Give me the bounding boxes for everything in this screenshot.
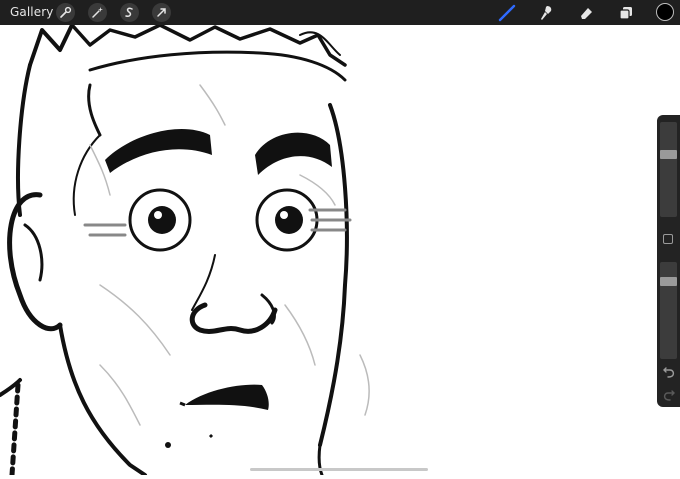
magic-wand-icon[interactable]: [88, 3, 107, 22]
home-indicator: [250, 468, 428, 471]
wrench-icon[interactable]: [56, 3, 75, 22]
color-picker-swatch[interactable]: [656, 3, 674, 21]
layers-icon[interactable]: [615, 3, 637, 23]
selection-icon[interactable]: [120, 3, 139, 22]
brush-size-slider-thumb[interactable]: [660, 150, 677, 159]
drawing-canvas[interactable]: [0, 23, 680, 478]
line-drawing-face: [0, 23, 370, 478]
redo-icon[interactable]: [661, 389, 676, 403]
smudge-icon[interactable]: [535, 3, 557, 23]
brush-size-slider[interactable]: [660, 122, 677, 217]
undo-icon[interactable]: [661, 366, 676, 380]
eraser-icon[interactable]: [575, 3, 597, 23]
brush-icon[interactable]: [496, 3, 518, 23]
transform-icon[interactable]: [152, 3, 171, 22]
brush-opacity-slider-thumb[interactable]: [660, 277, 677, 286]
gallery-button[interactable]: Gallery: [10, 5, 53, 19]
top-toolbar: Gallery: [0, 0, 680, 25]
modify-square-icon[interactable]: [663, 234, 673, 244]
